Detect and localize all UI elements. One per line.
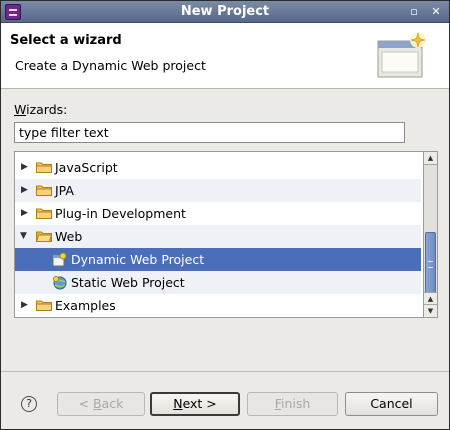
tree-item-label: Dynamic Web Project: [71, 252, 205, 267]
back-button[interactable]: < Back: [57, 392, 145, 416]
title-bar[interactable]: New Project ▫ ✕: [1, 1, 449, 23]
folder-icon: [36, 208, 52, 219]
tree-item-label: JavaScript: [55, 160, 118, 175]
dynamic-web-project-icon: [52, 252, 67, 267]
help-icon[interactable]: ?: [21, 396, 37, 412]
tree-item-label: Static Web Project: [71, 275, 185, 290]
window-title: New Project: [180, 4, 270, 19]
minimize-icon[interactable]: ▫: [406, 4, 422, 20]
scrollbar-thumb[interactable]: [425, 232, 436, 298]
next-button[interactable]: Next >: [150, 392, 240, 416]
wizard-filter-input[interactable]: [14, 122, 405, 143]
tree-item-examples[interactable]: ▶ Examples: [15, 294, 421, 317]
scroll-down-arrow-icon[interactable]: ▼: [424, 304, 437, 317]
tree-item-jpa[interactable]: ▶ JPA: [15, 179, 421, 202]
expand-arrow-icon[interactable]: ▶: [21, 208, 31, 218]
expand-arrow-icon[interactable]: ▶: [21, 185, 31, 195]
expand-arrow-icon[interactable]: ▶: [21, 300, 31, 310]
wizard-banner-icon: [377, 32, 426, 78]
cancel-button[interactable]: Cancel: [345, 392, 438, 416]
tree-item-plugin-development[interactable]: ▶ Plug-in Development: [15, 202, 421, 225]
static-web-project-icon: [53, 276, 67, 290]
tree-vertical-scrollbar[interactable]: ▲ ▲ ▼: [423, 151, 438, 318]
tree-item-web[interactable]: ▼ Web: [15, 225, 421, 248]
new-project-dialog: New Project ▫ ✕ Select a wizard Create a…: [0, 0, 450, 430]
wizard-tree[interactable]: ▶ JavaScript ▶ JPA ▶ Plug-in Development…: [14, 151, 438, 318]
folder-icon: [36, 185, 52, 196]
page-title: Select a wizard: [10, 33, 122, 48]
wizard-header: Select a wizard Create a Dynamic Web pro…: [1, 23, 449, 89]
folder-icon: [36, 162, 52, 173]
button-bar-separator: [1, 371, 449, 372]
folder-open-icon: [36, 231, 52, 242]
tree-item-label: JPA: [55, 183, 74, 198]
tree-item-label: Plug-in Development: [55, 206, 186, 221]
tree-item-label: Examples: [55, 298, 116, 313]
finish-button[interactable]: Finish: [247, 392, 338, 416]
page-description: Create a Dynamic Web project: [15, 58, 206, 73]
tree-item-static-web-project[interactable]: Static Web Project: [15, 271, 421, 294]
collapse-arrow-icon[interactable]: ▼: [20, 231, 30, 241]
tree-item-label: Web: [55, 229, 83, 244]
scroll-up-arrow-icon[interactable]: ▲: [424, 152, 437, 165]
wizards-label: Wizards:: [14, 102, 68, 117]
tree-item-javascript[interactable]: ▶ JavaScript: [15, 156, 421, 179]
close-icon[interactable]: ✕: [428, 4, 444, 20]
tree-item-dynamic-web-project[interactable]: Dynamic Web Project: [15, 248, 421, 271]
expand-arrow-icon[interactable]: ▶: [21, 162, 31, 172]
folder-icon: [36, 300, 52, 311]
